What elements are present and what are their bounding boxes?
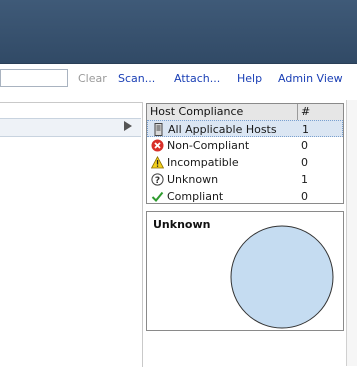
chart-title: Unknown — [153, 218, 211, 231]
warning-icon — [151, 156, 164, 169]
left-panel — [0, 102, 143, 367]
search-input[interactable] — [0, 69, 68, 87]
header-host-compliance[interactable]: Host Compliance — [150, 104, 243, 120]
row-label: Compliant — [167, 190, 224, 203]
hosts-icon — [154, 123, 163, 136]
pie-chart — [230, 225, 334, 329]
row-label: Incompatible — [167, 156, 239, 169]
row-count: 0 — [301, 156, 308, 169]
host-compliance-table: Host Compliance # Hosts All Applicable H… — [146, 103, 344, 204]
row-unknown[interactable]: ? Unknown 1 — [147, 171, 343, 188]
row-label: Unknown — [167, 173, 219, 186]
attach-link[interactable]: Attach... — [174, 72, 220, 85]
checkmark-icon — [151, 191, 164, 202]
header-bar — [0, 0, 357, 64]
row-label: Non-Compliant — [167, 139, 250, 152]
help-link[interactable]: Help — [237, 72, 262, 85]
row-compliant[interactable]: Compliant 0 — [147, 188, 343, 205]
scan-link[interactable]: Scan... — [118, 72, 155, 85]
pie-slices — [230, 225, 334, 329]
row-all-applicable-hosts[interactable]: All Applicable Hosts 1 — [147, 120, 343, 137]
row-non-compliant[interactable]: Non-Compliant 0 — [147, 137, 343, 154]
header-divider — [297, 104, 298, 120]
row-count: 1 — [302, 123, 309, 136]
compliance-chart: Unknown — [146, 211, 344, 331]
row-count: 0 — [301, 139, 308, 152]
pie-slice-unknown — [230, 225, 334, 329]
row-incompatible[interactable]: Incompatible 0 — [147, 154, 343, 171]
left-panel-row[interactable] — [0, 118, 141, 137]
question-icon: ? — [151, 173, 164, 186]
row-count: 0 — [301, 190, 308, 203]
table-header: Host Compliance # Hosts — [147, 104, 343, 134]
row-label: All Applicable Hosts — [168, 123, 277, 136]
scrollbar[interactable] — [346, 100, 357, 366]
row-count: 1 — [301, 173, 308, 186]
clear-button[interactable]: Clear — [78, 72, 107, 85]
error-icon — [151, 139, 164, 152]
svg-text:?: ? — [155, 176, 160, 186]
expand-arrow-icon[interactable] — [124, 121, 132, 131]
admin-view-link[interactable]: Admin View — [278, 72, 343, 85]
header-host-count[interactable]: # Hosts — [301, 104, 343, 134]
